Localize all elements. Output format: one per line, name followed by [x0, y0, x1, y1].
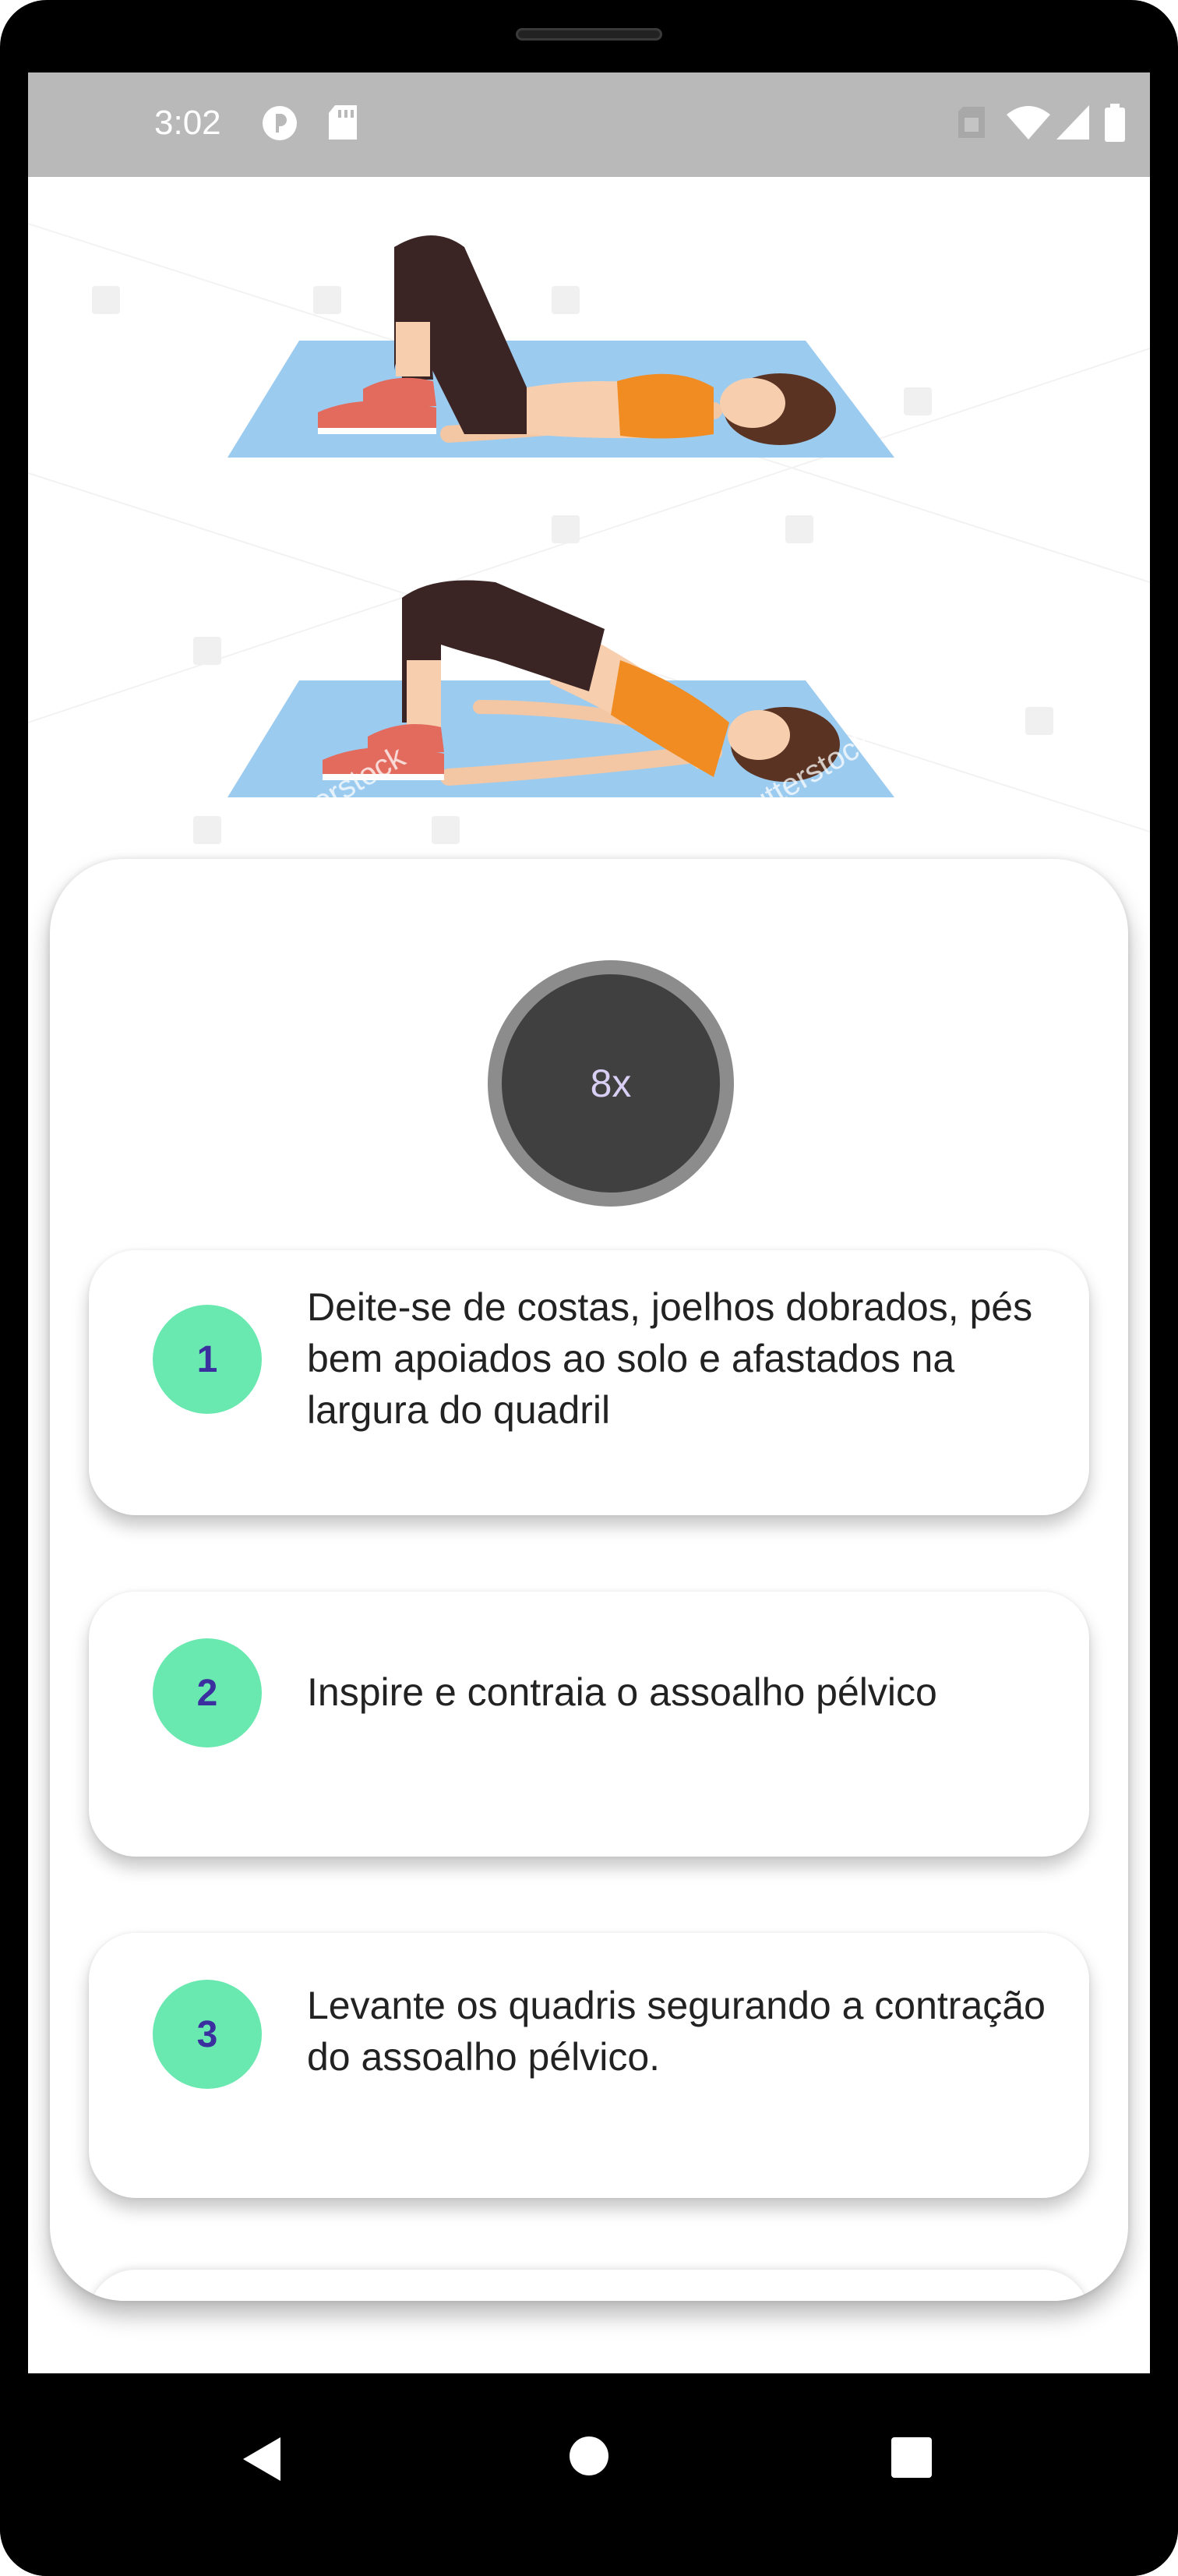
earpiece-speaker [516, 28, 662, 41]
recents-square-icon[interactable] [890, 2436, 933, 2479]
step-number-badge: 1 [153, 1305, 262, 1414]
sim-card-icon [958, 107, 985, 138]
status-time: 3:02 [154, 104, 221, 142]
step-text: Deite-se de costas, joelhos dobrados, pé… [307, 1285, 1033, 1432]
navigation-bar [0, 2373, 1178, 2576]
battery-icon [1105, 104, 1125, 142]
step-text: Levante os quadris segurando a contração… [307, 1984, 1046, 2079]
wifi-icon [1007, 106, 1050, 140]
cellular-signal-icon [1056, 105, 1089, 140]
step-text: Inspire e contraia o assoalho pélvico [307, 1670, 937, 1714]
exercise-details-sheet: 8x 1 Deite-se de costas, joelhos dobrado… [50, 859, 1128, 2301]
media-player-icon [263, 106, 297, 140]
home-circle-icon[interactable] [569, 2436, 609, 2476]
step-card-2: 2 Inspire e contraia o assoalho pélvico [89, 1592, 1089, 1857]
step-card-3: 3 Levante os quadris segurando a contraç… [89, 1933, 1089, 2198]
phone-frame: 3:02 shutterstock shutterstock shutterst… [0, 0, 1178, 2576]
back-triangle-icon[interactable] [240, 2436, 284, 2482]
step-number-badge: 2 [153, 1638, 262, 1747]
step-card-4-partial [89, 2270, 1089, 2301]
status-bar: 3:02 [28, 72, 1150, 177]
sd-card-icon [329, 105, 357, 140]
watermark-text: shutterstock [716, 232, 880, 346]
step-number-badge: 3 [153, 1980, 262, 2089]
exercise-illustration: shutterstock shutterstock shutterstock [28, 223, 1150, 853]
repetition-counter[interactable]: 8x [488, 960, 734, 1207]
app-screen: 3:02 shutterstock shutterstock shutterst… [28, 72, 1150, 2373]
pose-lying-flat [227, 235, 894, 458]
step-card-1: 1 Deite-se de costas, joelhos dobrados, … [89, 1250, 1089, 1515]
repetition-count-label: 8x [590, 1062, 632, 1105]
